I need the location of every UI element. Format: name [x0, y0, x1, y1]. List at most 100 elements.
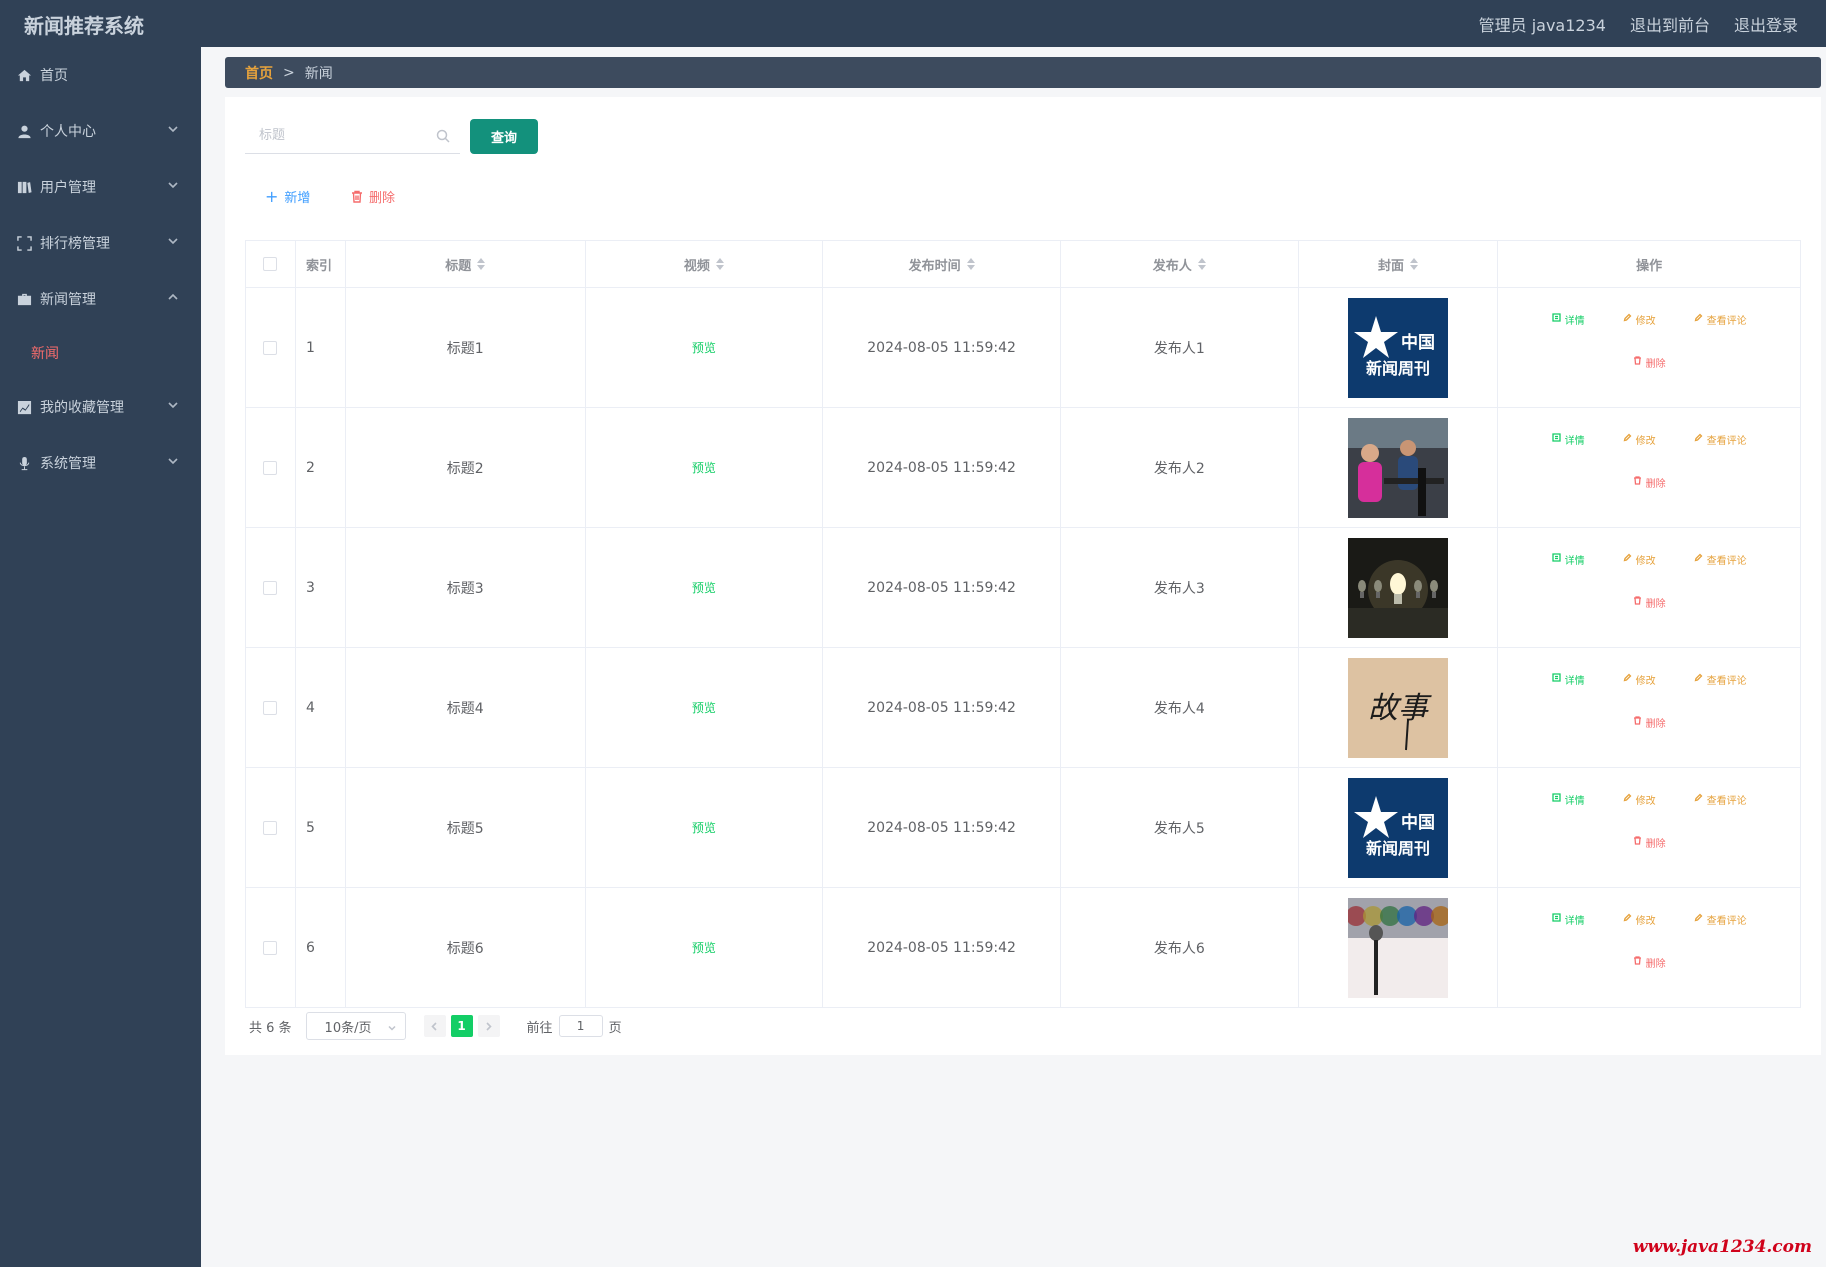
edit-button[interactable]: 修改 [1623, 432, 1656, 447]
detail-button[interactable]: 详情 [1552, 912, 1585, 927]
sidebar-item-favorites-management[interactable]: 我的收藏管理 [0, 379, 201, 435]
row-checkbox[interactable] [263, 940, 278, 955]
video-preview-link[interactable]: 预览 [692, 939, 716, 956]
trash-icon [351, 190, 363, 203]
sidebar-item-ranking-management[interactable]: 排行榜管理 [0, 215, 201, 271]
add-button[interactable]: + 新增 [265, 185, 310, 207]
search-icon [436, 129, 450, 143]
video-cell: 预览 [586, 888, 824, 1007]
delete-row-button[interactable]: 删除 [1633, 835, 1666, 850]
next-page-button[interactable] [477, 1015, 500, 1037]
page-size-select[interactable]: 10条/页 [305, 1012, 406, 1040]
sort-icon[interactable] [477, 258, 486, 270]
delete-row-button[interactable]: 删除 [1633, 715, 1666, 730]
sidebar-item-news-management[interactable]: 新闻管理 [0, 271, 201, 327]
title-cell: 标题2 [346, 408, 586, 527]
detail-button-label: 详情 [1564, 555, 1585, 567]
trash-icon [1633, 836, 1642, 848]
sidebar-item-label: 系统管理 [40, 456, 96, 472]
sort-icon[interactable] [1410, 258, 1419, 270]
view-comments-button[interactable]: 查看评论 [1694, 672, 1747, 687]
edit-button[interactable]: 修改 [1623, 552, 1656, 567]
edit-button[interactable]: 修改 [1623, 912, 1656, 927]
detail-button[interactable]: 详情 [1552, 792, 1585, 807]
header-title[interactable]: 标题 [346, 241, 586, 287]
edit-button[interactable]: 修改 [1623, 672, 1656, 687]
header-cover[interactable]: 封面 [1299, 241, 1499, 287]
cover-image[interactable] [1348, 897, 1448, 998]
publisher-cell: 发布人1 [1061, 288, 1299, 407]
row-checkbox[interactable] [263, 460, 278, 475]
cover-image[interactable] [1348, 537, 1448, 638]
edit-icon [1623, 553, 1632, 565]
detail-button[interactable]: 详情 [1552, 552, 1585, 567]
sidebar-subitem-news[interactable]: 新闻 [0, 327, 201, 379]
edit-button[interactable]: 修改 [1623, 792, 1656, 807]
trash-icon [1633, 956, 1642, 968]
detail-button-label: 详情 [1564, 915, 1585, 927]
exit-to-front-link[interactable]: 退出到前台 [1630, 12, 1710, 36]
sidebar-item-system-management[interactable]: 系统管理 [0, 435, 201, 491]
sidebar-item-home[interactable]: 首页 [0, 47, 201, 103]
chevron-left-icon [431, 1021, 437, 1031]
sort-icon[interactable] [1197, 258, 1206, 270]
header-publish-time[interactable]: 发布时间 [823, 241, 1061, 287]
sidebar-item-personal-center[interactable]: 个人中心 [0, 103, 201, 159]
header-publisher[interactable]: 发布人 [1061, 241, 1299, 287]
cover-image[interactable]: 中国新闻周刊 [1348, 297, 1448, 398]
logout-link[interactable]: 退出登录 [1734, 12, 1798, 36]
edit-button[interactable]: 修改 [1623, 312, 1656, 327]
page-size-value: 10条/页 [324, 1020, 372, 1036]
query-button[interactable]: 查询 [470, 119, 538, 154]
video-preview-link[interactable]: 预览 [692, 699, 716, 716]
trash-icon [1633, 596, 1642, 608]
row-checkbox[interactable] [263, 340, 278, 355]
detail-button[interactable]: 详情 [1552, 432, 1585, 447]
cover-image[interactable]: 故事 [1348, 657, 1448, 758]
detail-button[interactable]: 详情 [1552, 312, 1585, 327]
cover-image[interactable] [1348, 417, 1448, 518]
edit-button-label: 修改 [1635, 675, 1656, 687]
goto-label: 前往 [526, 1020, 553, 1036]
view-comments-button[interactable]: 查看评论 [1694, 912, 1747, 927]
view-comments-button[interactable]: 查看评论 [1694, 432, 1747, 447]
row-checkbox[interactable] [263, 700, 278, 715]
edit-icon [1694, 913, 1703, 925]
header-publisher-label: 发布人 [1152, 258, 1192, 274]
prev-page-button[interactable] [423, 1015, 446, 1037]
delete-row-button[interactable]: 删除 [1633, 355, 1666, 370]
row-checkbox[interactable] [263, 580, 278, 595]
delete-row-button[interactable]: 删除 [1633, 955, 1666, 970]
publish-time-cell: 2024-08-05 11:59:42 [823, 288, 1061, 407]
batch-delete-button[interactable]: 删除 [351, 185, 395, 207]
row-checkbox[interactable] [263, 820, 278, 835]
video-preview-link[interactable]: 预览 [692, 579, 716, 596]
sort-icon[interactable] [715, 258, 724, 270]
video-preview-link[interactable]: 预览 [692, 819, 716, 836]
delete-row-button[interactable]: 删除 [1633, 475, 1666, 490]
svg-text:新闻周刊: 新闻周刊 [1366, 359, 1430, 378]
video-preview-link[interactable]: 预览 [692, 339, 716, 356]
sort-icon[interactable] [966, 258, 975, 270]
sidebar-item-user-management[interactable]: 用户管理 [0, 159, 201, 215]
view-comments-button[interactable]: 查看评论 [1694, 552, 1747, 567]
detail-button[interactable]: 详情 [1552, 672, 1585, 687]
select-all-checkbox[interactable] [263, 257, 278, 271]
page-number-current[interactable]: 1 [450, 1015, 473, 1037]
table-row: 2 标题2 预览 2024-08-05 11:59:42 发布人2 详情 修改 查看评论 删除 [246, 408, 1800, 528]
detail-icon [1552, 793, 1561, 805]
goto-page-input[interactable] [558, 1015, 603, 1037]
header-video[interactable]: 视频 [586, 241, 824, 287]
header-index: 索引 [296, 241, 346, 287]
chevron-down-icon [167, 123, 179, 135]
video-preview-link[interactable]: 预览 [692, 459, 716, 476]
header-ops: 操作 [1498, 241, 1800, 287]
breadcrumb-home-link[interactable]: 首页 [245, 63, 273, 83]
edit-icon [1694, 553, 1703, 565]
cover-image[interactable]: 中国新闻周刊 [1348, 777, 1448, 878]
delete-row-button[interactable]: 删除 [1633, 595, 1666, 610]
view-comments-button[interactable]: 查看评论 [1694, 792, 1747, 807]
pagination: 共 6 条 10条/页 1 前往 页 [249, 1012, 622, 1040]
title-search-input[interactable] [245, 120, 425, 151]
view-comments-button[interactable]: 查看评论 [1694, 312, 1747, 327]
